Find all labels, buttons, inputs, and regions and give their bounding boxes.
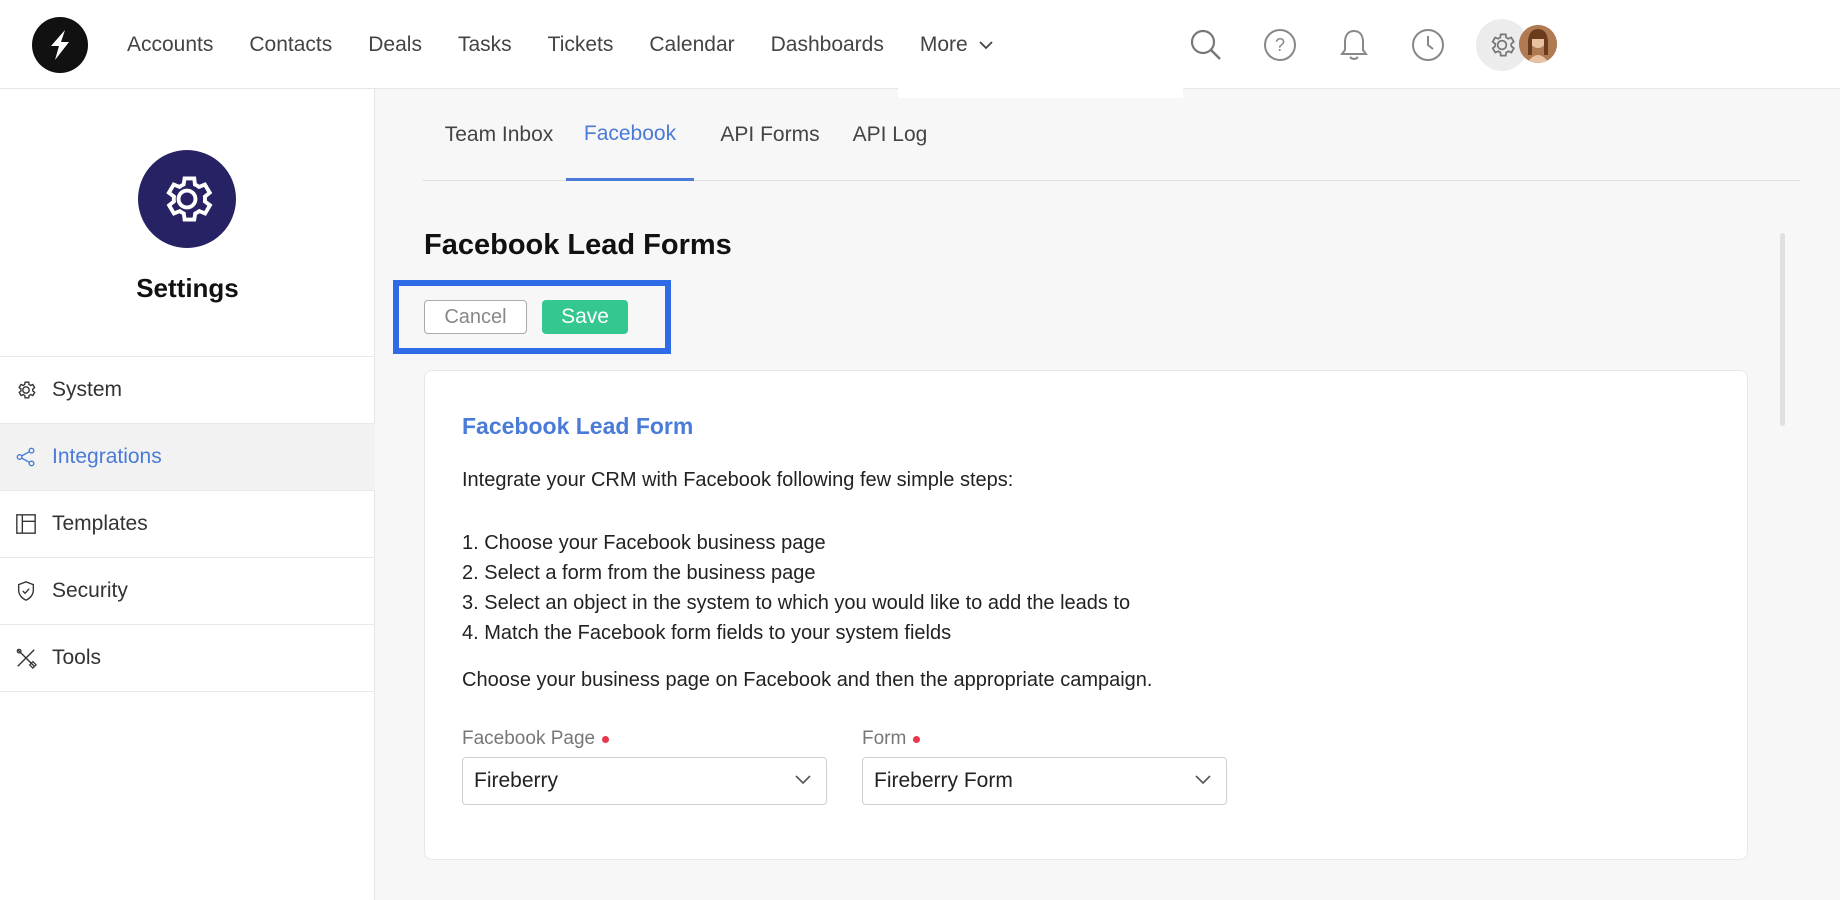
choose-text: Choose your business page on Facebook an… [462,669,1153,691]
step-item: 1. Choose your Facebook business page [462,532,826,554]
sidebar-item-integrations[interactable]: Integrations [0,424,375,491]
nav-calendar[interactable]: Calendar [649,33,734,57]
nav-contacts[interactable]: Contacts [249,33,332,57]
facebook-lead-form-card: Facebook Lead Form Integrate your CRM wi… [424,370,1748,860]
sidebar-item-label: Templates [52,512,148,535]
nav-tickets[interactable]: Tickets [548,33,614,57]
sidebar-item-label: Security [52,579,128,602]
field-label-text: Form [862,728,907,749]
help-icon[interactable]: ? [1257,22,1303,68]
side-menu: System Integrations Templates Security T… [0,356,375,692]
sidebar-item-label: System [52,378,123,401]
facebook-page-label: Facebook Page [462,728,610,750]
layout-icon [14,512,38,536]
select-value: Fireberry [474,769,559,792]
tab-api-log[interactable]: API Log [842,89,938,181]
logo-icon [51,30,69,60]
settings-title: Settings [136,273,239,303]
nav-deals[interactable]: Deals [368,33,422,57]
required-indicator [602,735,610,743]
sidebar-item-label: Integrations [52,445,162,468]
nav-dashboards[interactable]: Dashboards [771,33,884,57]
cancel-button[interactable]: Cancel [424,300,527,334]
nav-more-label: More [919,32,968,56]
chevron-down-icon [979,40,993,49]
nav-tasks[interactable]: Tasks [458,33,512,57]
integration-tabs: Team Inbox Facebook API Forms API Log [422,89,1800,181]
scrollbar[interactable] [1780,233,1785,426]
tools-icon [14,646,38,670]
svg-text:?: ? [1275,35,1285,55]
step-item: 2. Select a form from the business page [462,562,816,584]
sidebar-item-system[interactable]: System [0,357,375,424]
gear-icon [166,176,213,222]
search-icon[interactable] [1183,22,1229,68]
step-item: 4. Match the Facebook form fields to you… [462,622,952,644]
field-label-text: Facebook Page [462,728,596,749]
intro-text: Integrate your CRM with Facebook followi… [462,469,1014,491]
clock-icon[interactable] [1405,22,1451,68]
nav-accounts[interactable]: Accounts [127,33,213,57]
tab-api-forms[interactable]: API Forms [710,89,830,181]
facebook-page-select[interactable]: Fireberry [462,757,827,805]
share-icon [14,445,38,469]
avatar[interactable] [1519,25,1557,63]
sidebar-item-security[interactable]: Security [0,558,375,625]
save-button[interactable]: Save [542,300,628,334]
tab-facebook[interactable]: Facebook [566,89,694,181]
sidebar-item-tools[interactable]: Tools [0,625,375,692]
avatar-image [1519,25,1557,63]
card-title: Facebook Lead Form [462,413,694,439]
tab-team-inbox[interactable]: Team Inbox [436,89,562,181]
nav-more[interactable]: More [920,33,994,57]
form-select[interactable]: Fireberry Form [862,757,1227,805]
shield-icon [14,579,38,603]
gear-icon [14,378,38,402]
chevron-down-icon [795,775,811,785]
settings-sidebar: Settings System Integrations Templates S… [0,89,375,900]
top-navigation-bar: Accounts Contacts Deals Tasks Tickets Ca… [0,0,1840,89]
sidebar-item-templates[interactable]: Templates [0,491,375,558]
bell-icon[interactable] [1331,22,1377,68]
app-logo[interactable] [32,17,88,73]
select-value: Fireberry Form [874,769,1013,792]
settings-badge [138,150,236,248]
sidebar-item-label: Tools [52,646,102,669]
step-item: 3. Select an object in the system to whi… [462,592,1131,614]
required-indicator [913,735,921,743]
main-nav: Accounts Contacts Deals Tasks Tickets Ca… [127,0,1030,89]
page-title: Facebook Lead Forms [424,229,732,261]
chevron-down-icon [1195,775,1211,785]
steps-list: 1. Choose your Facebook business page 2.… [462,528,1130,648]
form-label: Form [862,728,921,750]
